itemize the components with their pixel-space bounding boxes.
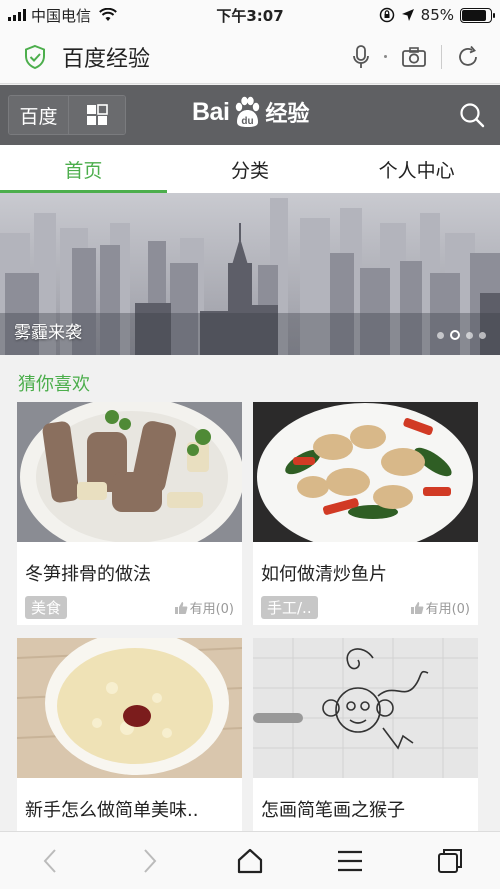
article-title[interactable]: 如何做清炒鱼片 [253, 542, 478, 586]
carousel-dot[interactable] [437, 331, 444, 339]
banner-carousel[interactable]: 雾霾来袭 [0, 193, 500, 355]
article-title[interactable]: 冬笋排骨的做法 [17, 542, 242, 586]
chevron-right-icon [144, 848, 157, 873]
grid-menu-button[interactable] [69, 96, 125, 134]
baidu-jingyan-logo[interactable]: Bai du 经验 [192, 95, 309, 129]
page-title[interactable]: 百度经验 [62, 41, 150, 73]
useful-count-label: 有用(0) [189, 602, 234, 617]
forward-button[interactable] [130, 841, 170, 881]
article-thumbnail [17, 402, 242, 542]
svg-text:du: du [242, 116, 254, 127]
carousel-dot[interactable] [466, 331, 473, 339]
article-thumbnail [253, 402, 478, 542]
useful-count[interactable]: 有用(0) [174, 598, 234, 617]
browser-toolbar [0, 831, 500, 889]
tabs-icon [438, 848, 462, 873]
article-card[interactable]: 如何做清炒鱼片 手工/.. 有用(0) [253, 402, 478, 625]
microphone-icon[interactable] [352, 44, 370, 70]
tab-categories[interactable]: 分类 [167, 145, 334, 193]
logo-text-bai: Bai [192, 97, 230, 126]
tab-bar: 首页 分类 个人中心 [0, 145, 500, 193]
logo-text-jingyan: 经验 [265, 102, 310, 127]
home-icon [237, 848, 263, 873]
carousel-indicators[interactable] [437, 330, 486, 340]
back-button[interactable] [30, 841, 70, 881]
site-header: 百度 Bai du 经验 [0, 85, 500, 145]
article-thumbnail [253, 638, 478, 778]
article-card[interactable]: 怎画简笔画之猴子 [253, 638, 478, 831]
status-bar: 中国电信 下午3:07 85% [0, 0, 500, 30]
article-title[interactable]: 怎画简笔画之猴子 [253, 778, 478, 822]
article-title[interactable]: 新手怎么做简单美味.. [17, 778, 242, 822]
location-icon [401, 9, 414, 21]
chevron-left-icon [43, 848, 56, 873]
wifi-icon [99, 8, 117, 21]
thumbs-up-icon [410, 601, 423, 614]
header-segment: 百度 [8, 95, 126, 135]
baidu-home-button[interactable]: 百度 [9, 96, 69, 134]
signal-icon [8, 9, 26, 21]
section-title: 猜你喜欢 [18, 374, 90, 395]
browser-address-bar: 百度经验 [0, 30, 500, 84]
battery-percent: 85% [420, 6, 454, 24]
banner-caption: 雾霾来袭 [14, 323, 82, 343]
tab-personal-center[interactable]: 个人中心 [333, 145, 500, 193]
category-tag[interactable]: 美食 [25, 596, 68, 619]
carousel-dot[interactable] [450, 330, 460, 340]
home-button[interactable] [230, 841, 270, 881]
article-card[interactable]: 新手怎么做简单美味.. [17, 638, 242, 831]
useful-count-label: 有用(0) [425, 602, 470, 617]
separator-dot [384, 55, 387, 58]
search-icon[interactable] [458, 101, 486, 129]
menu-button[interactable] [330, 841, 370, 881]
useful-count[interactable]: 有用(0) [410, 598, 470, 617]
tabs-button[interactable] [430, 841, 470, 881]
carousel-dot[interactable] [479, 331, 486, 339]
battery-icon [460, 7, 495, 23]
divider [441, 44, 442, 69]
camera-icon[interactable] [401, 46, 427, 68]
article-card[interactable]: 冬笋排骨的做法 美食 有用(0) [17, 402, 242, 625]
category-tag[interactable]: 手工/.. [261, 596, 318, 619]
carrier-label: 中国电信 [31, 6, 92, 25]
grid-icon [87, 104, 108, 125]
thumbs-up-icon [174, 601, 187, 614]
shield-check-icon[interactable] [22, 44, 48, 70]
paw-icon: du [236, 96, 260, 127]
article-thumbnail [17, 638, 242, 778]
tab-home[interactable]: 首页 [0, 145, 167, 193]
refresh-icon[interactable] [456, 45, 480, 69]
orientation-lock-icon [379, 7, 394, 23]
menu-icon [338, 850, 362, 871]
